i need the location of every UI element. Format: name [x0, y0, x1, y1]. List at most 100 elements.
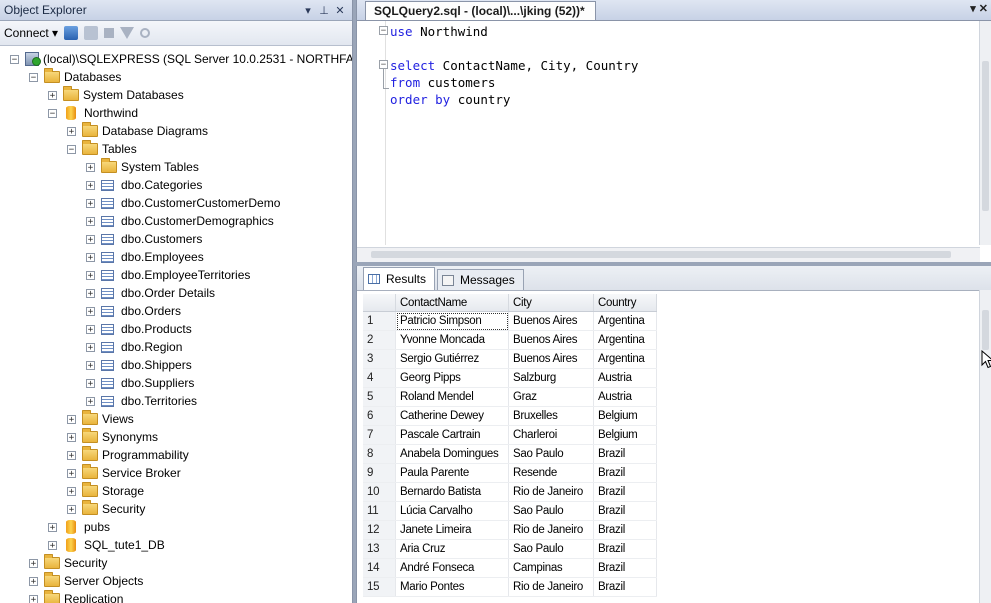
- expand-icon[interactable]: +: [29, 576, 38, 586]
- editor-vscroll-thumb[interactable]: [982, 61, 989, 211]
- row-number-cell[interactable]: 6: [363, 406, 396, 426]
- tree-node[interactable]: + Programmability: [0, 446, 352, 464]
- expand-icon[interactable]: +: [86, 288, 95, 298]
- table-row[interactable]: 11 Lúcia Carvalho Sao Paulo Brazil: [363, 501, 657, 521]
- tree-node[interactable]: − Tables: [0, 140, 352, 158]
- results-grid[interactable]: ContactName City Country 1 Patricio Simps…: [363, 294, 657, 597]
- editor-close-icon[interactable]: ▾ ✕: [970, 2, 988, 15]
- table-row[interactable]: 10 Bernardo Batista Rio de Janeiro Brazil: [363, 482, 657, 502]
- tree-node[interactable]: + System Tables: [0, 158, 352, 176]
- tree-node[interactable]: + dbo.EmployeeTerritories: [0, 266, 352, 284]
- expand-icon[interactable]: +: [67, 414, 76, 424]
- tree-node[interactable]: + dbo.Products: [0, 320, 352, 338]
- row-number-cell[interactable]: 10: [363, 482, 396, 502]
- tree-node[interactable]: + Storage: [0, 482, 352, 500]
- editor-vertical-scrollbar[interactable]: [979, 21, 991, 245]
- table-row[interactable]: 3 Sergio Gutiérrez Buenos Aires Argentina: [363, 349, 657, 369]
- row-number-cell[interactable]: 3: [363, 349, 396, 369]
- column-header-contactname[interactable]: ContactName: [395, 294, 509, 312]
- table-cell[interactable]: Brazil: [593, 463, 657, 483]
- table-cell[interactable]: Sao Paulo: [508, 539, 594, 559]
- expand-icon[interactable]: +: [86, 342, 95, 352]
- table-cell[interactable]: Sao Paulo: [508, 444, 594, 464]
- tree-node[interactable]: − Databases: [0, 68, 352, 86]
- pin-icon[interactable]: ▾: [300, 4, 316, 17]
- tree-node[interactable]: + Security: [0, 554, 352, 572]
- connect-server-icon[interactable]: [64, 26, 79, 40]
- tree-node[interactable]: + SQL_tute1_DB: [0, 536, 352, 554]
- collapse-icon[interactable]: −: [10, 54, 19, 64]
- tree-node[interactable]: + Security: [0, 500, 352, 518]
- table-cell[interactable]: Catherine Dewey: [395, 406, 509, 426]
- table-cell[interactable]: Brazil: [593, 558, 657, 578]
- table-cell[interactable]: Argentina: [593, 349, 657, 369]
- row-number-cell[interactable]: 2: [363, 330, 396, 350]
- expand-icon[interactable]: +: [86, 306, 95, 316]
- row-number-cell[interactable]: 1: [363, 311, 396, 331]
- expand-icon[interactable]: +: [29, 558, 38, 568]
- row-number-cell[interactable]: 7: [363, 425, 396, 445]
- tree-node[interactable]: + Database Diagrams: [0, 122, 352, 140]
- expand-icon[interactable]: +: [67, 504, 76, 514]
- table-row[interactable]: 15 Mario Pontes Rio de Janeiro Brazil: [363, 577, 657, 597]
- close-icon[interactable]: ✕: [332, 4, 348, 17]
- expand-icon[interactable]: +: [86, 360, 95, 370]
- row-number-cell[interactable]: 13: [363, 539, 396, 559]
- row-number-cell[interactable]: 14: [363, 558, 396, 578]
- results-vscroll-thumb[interactable]: [982, 310, 989, 350]
- table-cell[interactable]: Austria: [593, 368, 657, 388]
- tab-messages[interactable]: Messages: [437, 269, 524, 290]
- table-cell[interactable]: Roland Mendel: [395, 387, 509, 407]
- tree-node[interactable]: + Synonyms: [0, 428, 352, 446]
- tree-node[interactable]: − (local)\SQLEXPRESS (SQL Server 10.0.253…: [0, 50, 352, 68]
- table-cell[interactable]: Salzburg: [508, 368, 594, 388]
- expand-icon[interactable]: +: [86, 162, 95, 172]
- table-cell[interactable]: Georg Pipps: [395, 368, 509, 388]
- table-row[interactable]: 4 Georg Pipps Salzburg Austria: [363, 368, 657, 388]
- table-cell[interactable]: Bernardo Batista: [395, 482, 509, 502]
- table-cell[interactable]: Patricio Simpson: [395, 311, 509, 331]
- tree-node[interactable]: + dbo.Territories: [0, 392, 352, 410]
- expand-icon[interactable]: +: [86, 396, 95, 406]
- collapse-icon[interactable]: −: [67, 144, 76, 154]
- table-cell[interactable]: Pascale Cartrain: [395, 425, 509, 445]
- tree-node[interactable]: + System Databases: [0, 86, 352, 104]
- tree-node[interactable]: + dbo.Suppliers: [0, 374, 352, 392]
- row-number-cell[interactable]: 8: [363, 444, 396, 464]
- table-cell[interactable]: Brazil: [593, 577, 657, 597]
- expand-icon[interactable]: +: [67, 468, 76, 478]
- expand-icon[interactable]: +: [86, 234, 95, 244]
- sql-code-area[interactable]: − − use Northwind select ContactName, Cit…: [357, 21, 980, 245]
- table-row[interactable]: 13 Aria Cruz Sao Paulo Brazil: [363, 539, 657, 559]
- row-number-cell[interactable]: 5: [363, 387, 396, 407]
- tree-node[interactable]: + dbo.CustomerDemographics: [0, 212, 352, 230]
- column-header-country[interactable]: Country: [593, 294, 657, 312]
- tree-node[interactable]: − Northwind: [0, 104, 352, 122]
- table-cell[interactable]: Sao Paulo: [508, 501, 594, 521]
- table-row[interactable]: 14 André Fonseca Campinas Brazil: [363, 558, 657, 578]
- table-cell[interactable]: André Fonseca: [395, 558, 509, 578]
- expand-icon[interactable]: +: [48, 540, 57, 550]
- expand-icon[interactable]: +: [67, 126, 76, 136]
- table-row[interactable]: 7 Pascale Cartrain Charleroi Belgium: [363, 425, 657, 445]
- table-cell[interactable]: Graz: [508, 387, 594, 407]
- table-cell[interactable]: Brazil: [593, 501, 657, 521]
- expand-icon[interactable]: +: [86, 252, 95, 262]
- expand-icon[interactable]: +: [86, 180, 95, 190]
- stop-icon[interactable]: [104, 28, 115, 38]
- table-cell[interactable]: Campinas: [508, 558, 594, 578]
- expand-icon[interactable]: +: [67, 486, 76, 496]
- table-cell[interactable]: Yvonne Moncada: [395, 330, 509, 350]
- table-row[interactable]: 6 Catherine Dewey Bruxelles Belgium: [363, 406, 657, 426]
- row-number-cell[interactable]: 4: [363, 368, 396, 388]
- table-cell[interactable]: Brazil: [593, 539, 657, 559]
- table-cell[interactable]: Janete Limeira: [395, 520, 509, 540]
- table-cell[interactable]: Charleroi: [508, 425, 594, 445]
- expand-icon[interactable]: +: [86, 270, 95, 280]
- tab-results[interactable]: Results: [363, 267, 436, 290]
- row-number-header[interactable]: [363, 294, 396, 312]
- table-cell[interactable]: Rio de Janeiro: [508, 482, 594, 502]
- editor-hscroll-thumb[interactable]: [371, 251, 951, 258]
- table-cell[interactable]: Aria Cruz: [395, 539, 509, 559]
- table-cell[interactable]: Brazil: [593, 482, 657, 502]
